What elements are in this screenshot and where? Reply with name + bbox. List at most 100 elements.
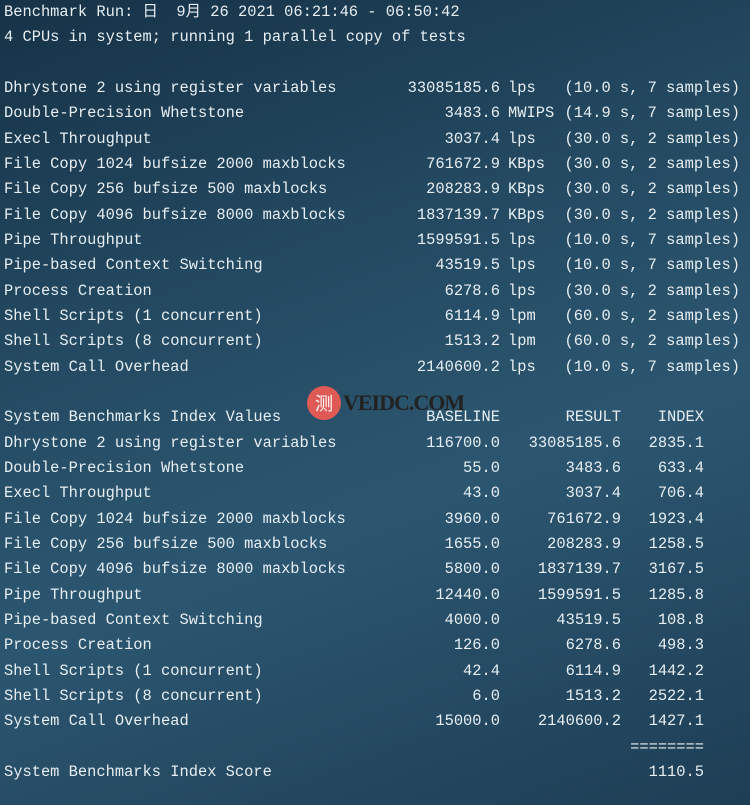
watermark-logo: 测 VEIDC.COM: [307, 386, 465, 420]
test-unit: lps: [508, 357, 536, 376]
test-name: Dhrystone 2 using register variables: [4, 433, 337, 452]
test-value: 1599591.5: [416, 230, 500, 249]
test-name: File Copy 4096 bufsize 8000 maxblocks: [4, 560, 346, 579]
test-unit: lpm: [508, 306, 536, 325]
result-value: 208283.9: [547, 534, 621, 553]
test-samples: (10.0 s, 7 samples): [564, 230, 740, 249]
index-row: Double-Precision Whetstone 55.0 3483.6 633.…: [0, 456, 750, 481]
baseline-value: 6.0: [472, 686, 500, 705]
baseline-value: 126.0: [453, 636, 500, 655]
result-value: 761672.9: [547, 509, 621, 528]
test-unit: KBps: [508, 205, 545, 224]
index-value: 1442.2: [648, 661, 704, 680]
index-row: System Call Overhead 15000.0 2140600.2 1427…: [0, 709, 750, 734]
baseline-value: 3960.0: [444, 509, 500, 528]
index-value: 1923.4: [648, 509, 704, 528]
test-name: File Copy 1024 bufsize 2000 maxblocks: [4, 509, 346, 528]
index-row: Process Creation 126.0 6278.6 498.3: [0, 633, 750, 658]
result-value: 1837139.7: [537, 560, 621, 579]
test-value: 3483.6: [444, 104, 500, 123]
result-value: 1513.2: [565, 686, 621, 705]
result-value: 6114.9: [565, 661, 621, 680]
baseline-value: 43.0: [463, 484, 500, 503]
test-name: Shell Scripts (8 concurrent): [4, 332, 263, 351]
index-row: File Copy 1024 bufsize 2000 maxblocks 396…: [0, 507, 750, 532]
score-row: System Benchmarks Index Score 1110.5: [0, 760, 750, 785]
test-name: Double-Precision Whetstone: [4, 104, 245, 123]
result-row: File Copy 1024 bufsize 2000 maxblocks 761…: [0, 152, 750, 177]
test-name: Shell Scripts (1 concurrent): [4, 306, 263, 325]
result-value: 33085185.6: [528, 433, 621, 452]
result-row: Execl Throughput 3037.4 lps (30.0 s, 2 samp…: [0, 127, 750, 152]
test-unit: lps: [508, 78, 536, 97]
test-name: File Copy 1024 bufsize 2000 maxblocks: [4, 154, 346, 173]
index-row: Dhrystone 2 using register variables 1167…: [0, 431, 750, 456]
test-unit: KBps: [508, 154, 545, 173]
result-row: Pipe Throughput 1599591.5 lps (10.0 s, 7 sa…: [0, 228, 750, 253]
test-value: 43519.5: [435, 256, 500, 275]
index-row: Pipe Throughput 12440.0 1599591.5 1285.8: [0, 583, 750, 608]
index-value: 633.4: [657, 458, 704, 477]
index-row: Shell Scripts (1 concurrent) 42.4 6114.9 14…: [0, 659, 750, 684]
separator-row: ========: [0, 735, 750, 760]
index-row: Shell Scripts (8 concurrent) 6.0 1513.2 252…: [0, 684, 750, 709]
test-unit: KBps: [508, 180, 545, 199]
test-name: Execl Throughput: [4, 129, 152, 148]
result-row: Double-Precision Whetstone 3483.6 MWIPS (14…: [0, 101, 750, 126]
index-row: Execl Throughput 43.0 3037.4 706.4: [0, 481, 750, 506]
index-row: Pipe-based Context Switching 4000.0 43519.…: [0, 608, 750, 633]
test-samples: (10.0 s, 7 samples): [564, 78, 740, 97]
test-value: 2140600.2: [416, 357, 500, 376]
test-samples: (60.0 s, 2 samples): [564, 306, 740, 325]
header-run-line: Benchmark Run: 日 9月 26 2021 06:21:46 - 0…: [0, 0, 750, 25]
test-value: 6114.9: [444, 306, 500, 325]
test-value: 208283.9: [426, 180, 500, 199]
baseline-value: 116700.0: [426, 433, 500, 452]
test-name: System Call Overhead: [4, 712, 189, 731]
test-name: Dhrystone 2 using register variables: [4, 78, 337, 97]
index-value: 108.8: [657, 610, 704, 629]
test-samples: (30.0 s, 2 samples): [564, 205, 740, 224]
score-value: 1110.5: [648, 762, 704, 781]
baseline-value: 4000.0: [444, 610, 500, 629]
test-name: Pipe-based Context Switching: [4, 610, 263, 629]
test-name: System Call Overhead: [4, 357, 189, 376]
index-value: 1258.5: [648, 534, 704, 553]
test-name: Pipe Throughput: [4, 230, 143, 249]
index-value: 706.4: [657, 484, 704, 503]
index-row: File Copy 256 bufsize 500 maxblocks 1655.…: [0, 532, 750, 557]
index-value: 1285.8: [648, 585, 704, 604]
result-row: File Copy 4096 bufsize 8000 maxblocks 183…: [0, 203, 750, 228]
baseline-value: 15000.0: [435, 712, 500, 731]
index-row: File Copy 4096 bufsize 8000 maxblocks 580…: [0, 557, 750, 582]
separator: ========: [630, 737, 704, 756]
baseline-value: 42.4: [463, 661, 500, 680]
test-value: 1513.2: [444, 332, 500, 351]
result-row: File Copy 256 bufsize 500 maxblocks 20828…: [0, 177, 750, 202]
result-row: Dhrystone 2 using register variables 3308…: [0, 76, 750, 101]
test-unit: lps: [508, 230, 536, 249]
test-name: Shell Scripts (8 concurrent): [4, 686, 263, 705]
test-name: Process Creation: [4, 281, 152, 300]
column-result: RESULT: [565, 408, 621, 427]
test-name: Shell Scripts (1 concurrent): [4, 661, 263, 680]
baseline-value: 12440.0: [435, 585, 500, 604]
watermark-icon: 测: [307, 386, 341, 420]
test-name: Pipe-based Context Switching: [4, 256, 263, 275]
test-name: File Copy 256 bufsize 500 maxblocks: [4, 180, 328, 199]
test-samples: (30.0 s, 2 samples): [564, 129, 740, 148]
benchmark-run-text: Benchmark Run: 日 9月 26 2021 06:21:46 - 0…: [4, 3, 460, 21]
column-index: INDEX: [657, 408, 704, 427]
result-row: System Call Overhead 2140600.2 lps (10.0 s,…: [0, 355, 750, 380]
test-samples: (30.0 s, 2 samples): [564, 154, 740, 173]
result-row: Shell Scripts (1 concurrent) 6114.9 lpm (60…: [0, 304, 750, 329]
header-cpu-line: 4 CPUs in system; running 1 parallel cop…: [0, 25, 750, 50]
score-label: System Benchmarks Index Score: [4, 762, 272, 781]
result-value: 43519.5: [556, 610, 621, 629]
test-samples: (10.0 s, 7 samples): [564, 357, 740, 376]
test-samples: (30.0 s, 2 samples): [564, 281, 740, 300]
test-value: 33085185.6: [407, 78, 500, 97]
test-name: Process Creation: [4, 636, 152, 655]
baseline-value: 1655.0: [444, 534, 500, 553]
result-value: 1599591.5: [537, 585, 621, 604]
